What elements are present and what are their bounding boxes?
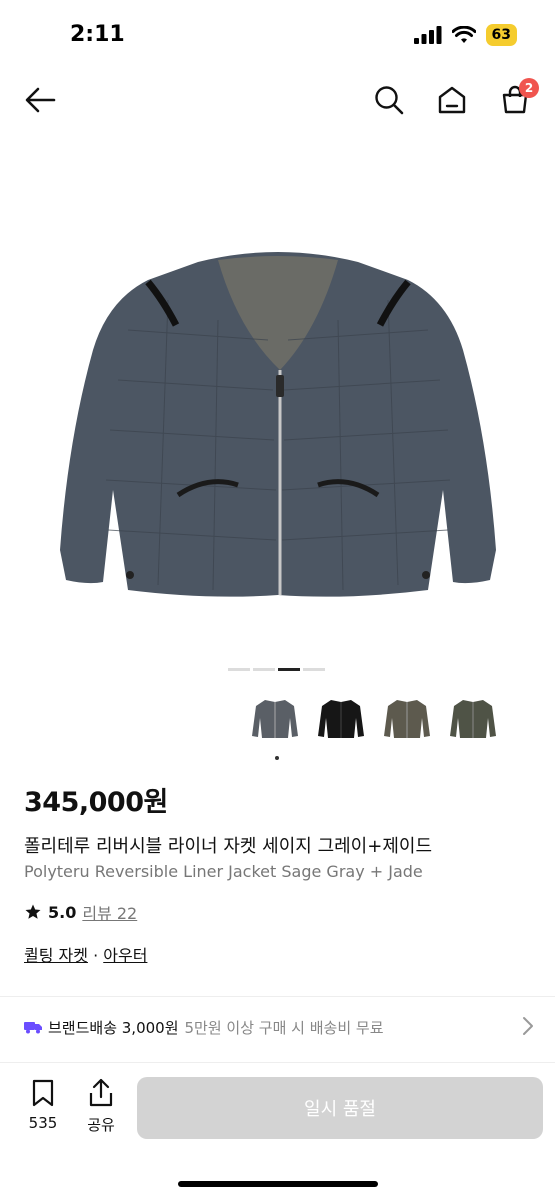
jacket-thumbnail — [252, 700, 298, 738]
wifi-icon — [451, 26, 476, 43]
bookmark-count: 535 — [28, 1114, 58, 1132]
cart-button[interactable]: 2 — [495, 78, 539, 120]
jacket-thumbnail — [318, 700, 364, 738]
product-name-english: Polyteru Reversible Liner Jacket Sage Gr… — [24, 862, 423, 881]
divider — [0, 996, 555, 997]
product-category: 퀼팅 자켓 · 아우터 — [24, 942, 147, 966]
image-pager — [228, 668, 325, 671]
search-icon — [375, 86, 404, 115]
color-thumbnails — [250, 693, 498, 743]
share-icon — [89, 1078, 113, 1107]
category-link-quilted-jacket[interactable]: 퀼팅 자켓 — [24, 946, 88, 965]
chevron-right-icon — [523, 1017, 533, 1035]
home-indicator — [178, 1181, 378, 1187]
product-rating: 5.0 리뷰 22 — [24, 900, 137, 924]
back-button[interactable] — [20, 80, 60, 120]
thumbnail-selected-dot — [275, 756, 279, 760]
category-link-outer[interactable]: 아우터 — [103, 946, 147, 965]
thumbnail-jade[interactable] — [448, 693, 498, 743]
product-name-korean: 폴리테루 리버시블 라이너 자켓 세이지 그레이+제이드 — [24, 836, 433, 857]
thumbnail-olive[interactable] — [382, 693, 432, 743]
share-label: 공유 — [87, 1116, 115, 1134]
pager-segment — [303, 668, 325, 671]
jacket-image — [59, 252, 496, 597]
shipping-note: 5만원 이상 구매 시 배송비 무료 — [184, 1018, 384, 1037]
pager-segment-active — [278, 668, 300, 671]
back-arrow-icon — [25, 87, 56, 113]
status-icons: 63 — [413, 24, 517, 46]
top-nav: 2 — [0, 70, 555, 130]
home-button[interactable] — [432, 80, 472, 120]
search-button[interactable] — [369, 80, 409, 120]
star-icon — [25, 904, 41, 919]
thumbnail-sage-gray[interactable] — [250, 693, 300, 743]
review-link[interactable]: 리뷰 22 — [82, 900, 137, 924]
status-bar: 2:11 63 — [0, 0, 555, 70]
rating-score: 5.0 — [48, 902, 77, 922]
home-icon — [438, 86, 466, 114]
pager-segment — [228, 668, 250, 671]
category-separator: · — [93, 946, 99, 965]
product-price: 345,000원 — [24, 787, 168, 818]
bookmark-icon — [32, 1079, 54, 1107]
pager-segment — [253, 668, 275, 671]
product-image[interactable] — [0, 140, 555, 660]
shipping-label: 브랜드배송 3,000원 — [48, 1018, 179, 1037]
bookmark-button[interactable]: 535 — [18, 1078, 68, 1132]
sold-out-button[interactable]: 일시 품절 — [137, 1077, 543, 1139]
shipping-info-row[interactable]: 브랜드배송 3,000원 5만원 이상 구매 시 배송비 무료 — [24, 1014, 534, 1040]
battery-indicator: 63 — [485, 24, 517, 46]
jacket-thumbnail — [384, 700, 430, 738]
status-time: 2:11 — [70, 22, 125, 47]
signal-icon — [413, 26, 442, 44]
jacket-thumbnail — [450, 700, 496, 738]
cart-count-badge: 2 — [519, 78, 539, 98]
thumbnail-black[interactable] — [316, 693, 366, 743]
truck-icon — [24, 1022, 42, 1034]
share-button[interactable]: 공유 — [76, 1078, 126, 1135]
